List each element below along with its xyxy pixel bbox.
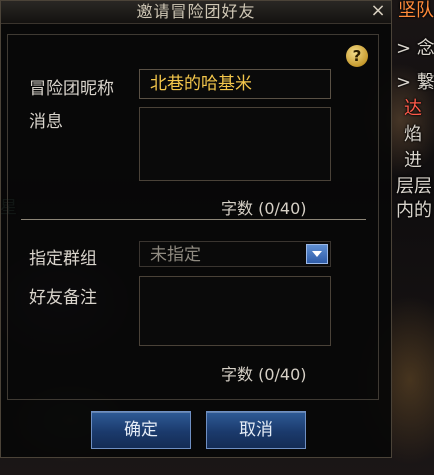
- chat-line: 坚队: [398, 0, 434, 21]
- close-icon[interactable]: ×: [367, 1, 389, 23]
- background-chat: 坚队 > 念 > 繋 达 焰 进 层层 内的: [388, 0, 434, 222]
- help-icon[interactable]: ?: [346, 45, 368, 67]
- remark-input[interactable]: [139, 276, 331, 346]
- game-scene: 星 坚队 > 念 > 繋 达 焰 进 层层 内的 邀请冒险团好友 × ? 冒险团…: [0, 0, 434, 475]
- message-char-counter: 字数 (0/40): [221, 199, 307, 218]
- group-select[interactable]: 未指定: [139, 241, 331, 267]
- message-input[interactable]: [139, 107, 331, 181]
- chat-line: 焰: [404, 124, 422, 145]
- chat-line: > 念: [396, 38, 434, 59]
- chat-line: 层层: [396, 176, 432, 197]
- group-select-value: 未指定: [150, 245, 201, 265]
- nickname-label: 冒险团昵称: [29, 79, 114, 99]
- dialog-titlebar[interactable]: 邀请冒险团好友 ×: [1, 1, 391, 24]
- divider: [21, 219, 366, 220]
- chat-line: 进: [404, 150, 422, 171]
- confirm-button[interactable]: 确定: [91, 411, 191, 449]
- cancel-button[interactable]: 取消: [206, 411, 306, 449]
- invite-friend-dialog: 邀请冒险团好友 × ? 冒险团昵称 北巷的哈基米 消息 字数 (0/40) 指定…: [0, 0, 392, 458]
- dialog-title: 邀请冒险团好友: [136, 2, 256, 21]
- remark-label: 好友备注: [29, 288, 97, 308]
- remark-char-counter: 字数 (0/40): [221, 365, 307, 384]
- message-label: 消息: [29, 112, 63, 132]
- chat-line: 内的: [396, 200, 432, 221]
- group-label: 指定群组: [29, 249, 97, 269]
- chat-line: > 繋: [396, 72, 434, 93]
- chat-line: 达: [404, 98, 422, 119]
- chevron-down-icon[interactable]: [306, 244, 328, 264]
- nickname-field[interactable]: 北巷的哈基米: [139, 69, 331, 99]
